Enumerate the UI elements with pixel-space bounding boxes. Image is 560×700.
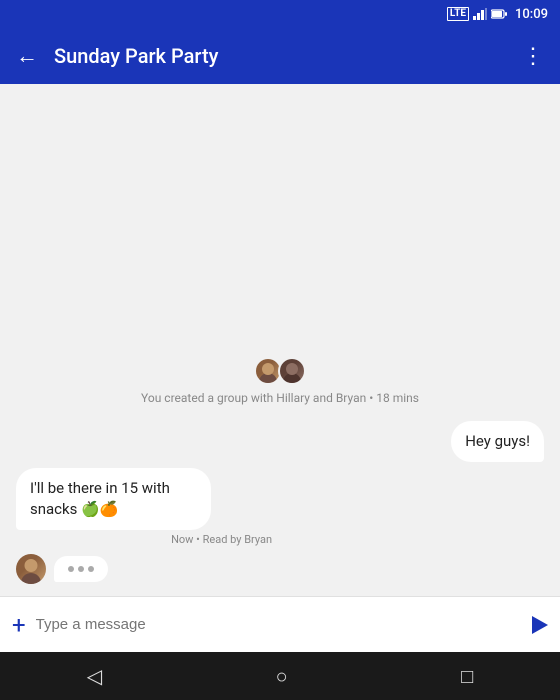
time-display: 10:09 bbox=[515, 7, 548, 22]
typing-dots bbox=[54, 556, 108, 582]
typing-avatar bbox=[16, 554, 46, 584]
battery-icon bbox=[491, 9, 507, 19]
conversation-title: Sunday Park Party bbox=[54, 44, 522, 68]
message-text: Hey guys! bbox=[465, 432, 530, 450]
group-notice-text: You created a group with Hillary and Bry… bbox=[141, 391, 419, 405]
avatar-bryan bbox=[278, 357, 306, 385]
dot-1 bbox=[68, 566, 74, 572]
nav-bar: ◁ ○ □ bbox=[0, 652, 560, 700]
status-bar: LTE 10:09 bbox=[0, 0, 560, 28]
message-bubble-received: I'll be there in 15 with snacks 🍏🍊 bbox=[16, 468, 211, 530]
more-options-button[interactable]: ⋮ bbox=[522, 44, 544, 69]
group-notice: You created a group with Hillary and Bry… bbox=[16, 357, 544, 405]
app-bar: ← Sunday Park Party ⋮ bbox=[0, 28, 560, 84]
dot-2 bbox=[78, 566, 84, 572]
message-meta: Now • Read by Bryan bbox=[16, 533, 276, 546]
message-row: Hey guys! bbox=[16, 421, 544, 462]
group-avatars bbox=[254, 357, 306, 385]
signal-icon bbox=[473, 8, 487, 20]
message-text: I'll be there in 15 with snacks 🍏🍊 bbox=[30, 479, 170, 518]
typing-indicator bbox=[16, 554, 544, 584]
messages-list: Hey guys! I'll be there in 15 with snack… bbox=[16, 421, 544, 546]
back-nav-button[interactable]: ◁ bbox=[87, 664, 102, 688]
message-bubble-sent: Hey guys! bbox=[451, 421, 544, 462]
lte-icon: LTE bbox=[447, 7, 469, 21]
add-attachment-button[interactable]: + bbox=[12, 611, 26, 639]
home-nav-button[interactable]: ○ bbox=[276, 664, 288, 689]
phone-container: LTE 10:09 ← Sunday Park Party ⋮ bbox=[0, 0, 560, 700]
input-bar: + bbox=[0, 596, 560, 652]
message-input[interactable] bbox=[36, 616, 530, 633]
back-button[interactable]: ← bbox=[16, 43, 38, 69]
send-button[interactable] bbox=[532, 616, 548, 634]
messages-area: You created a group with Hillary and Bry… bbox=[0, 84, 560, 596]
status-icons: LTE 10:09 bbox=[447, 7, 548, 22]
dot-3 bbox=[88, 566, 94, 572]
recents-nav-button[interactable]: □ bbox=[461, 664, 473, 689]
message-row: I'll be there in 15 with snacks 🍏🍊 Now •… bbox=[16, 468, 544, 546]
